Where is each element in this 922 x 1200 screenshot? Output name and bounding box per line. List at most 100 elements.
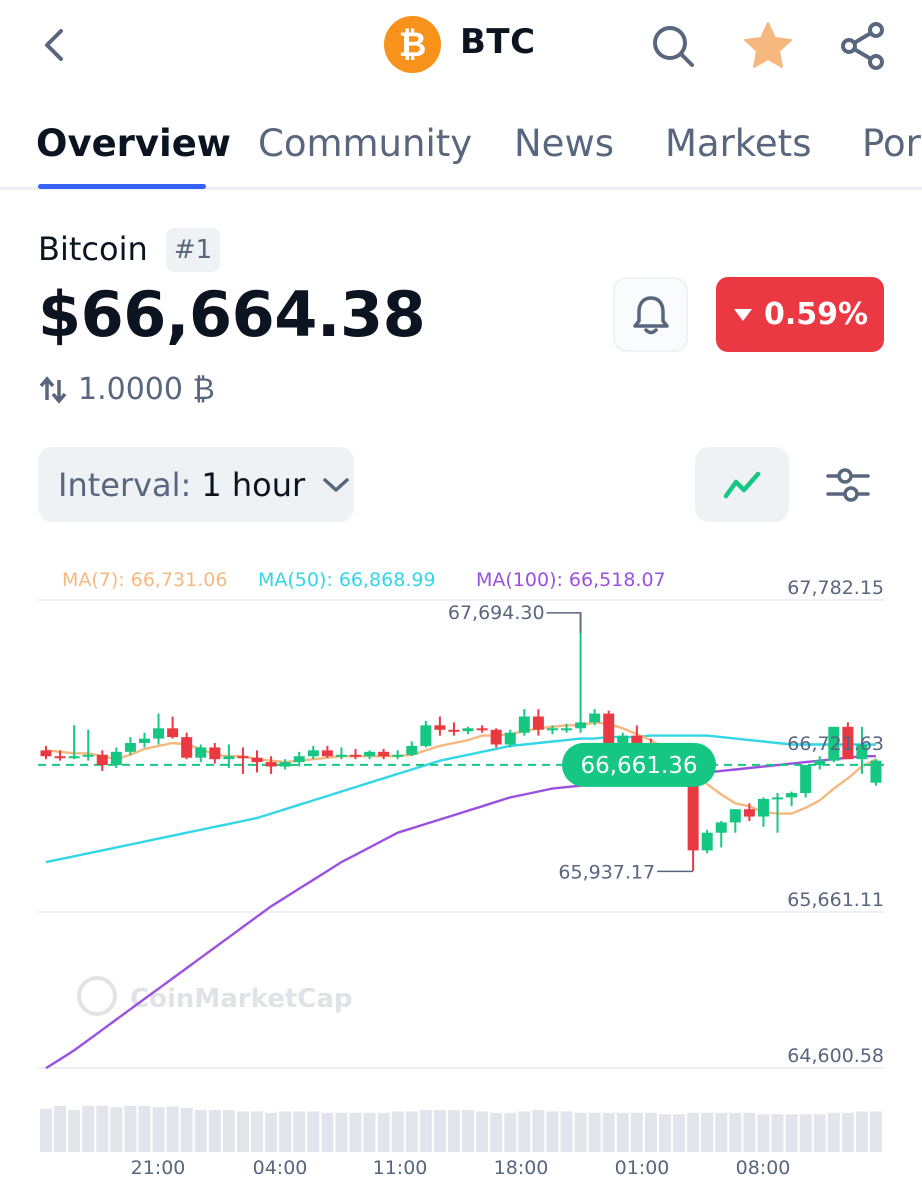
- candle-up: [195, 747, 207, 758]
- conversion-row[interactable]: 1.0000 ₿: [38, 372, 215, 407]
- moving-average-lines: [38, 721, 884, 1070]
- volume-bar: [799, 1114, 812, 1152]
- volume-bar: [124, 1105, 137, 1152]
- candle-up: [589, 713, 601, 723]
- tab-news[interactable]: News: [514, 122, 614, 165]
- coinmarketcap-logo-icon: [77, 976, 117, 1016]
- price-chart[interactable]: MA(7): 66,731.06 MA(50): 66,868.99 MA(10…: [0, 540, 922, 1200]
- candle-down: [167, 728, 179, 738]
- volume-bar: [110, 1107, 123, 1152]
- x-tick-label: 21:00: [131, 1157, 186, 1179]
- candle-up: [420, 725, 432, 746]
- line-chart-toggle[interactable]: [695, 447, 789, 522]
- y-tick-label: 66,721.63: [787, 733, 884, 755]
- candle-up: [279, 762, 291, 767]
- x-tick-label: 08:00: [736, 1157, 791, 1179]
- volume-bar: [841, 1112, 854, 1152]
- volume-bar: [560, 1111, 573, 1152]
- interval-label: Interval:: [58, 465, 192, 504]
- caret-down-icon: [733, 308, 752, 321]
- volume-bar: [222, 1110, 235, 1152]
- candle-down: [532, 716, 544, 730]
- candle-down: [743, 809, 755, 817]
- volume-bar: [377, 1112, 390, 1152]
- volume-bar: [757, 1114, 770, 1152]
- chevron-down-icon: [323, 477, 349, 492]
- candle-up: [153, 728, 165, 739]
- volume-bar: [673, 1114, 686, 1152]
- candle-up: [729, 809, 741, 823]
- volume-bar: [349, 1112, 362, 1152]
- share-button[interactable]: [835, 18, 891, 74]
- candle-down: [96, 754, 108, 766]
- x-tick-label: 04:00: [253, 1157, 308, 1179]
- candle-up: [546, 728, 558, 731]
- volume-bar: [813, 1114, 826, 1152]
- candle-up: [870, 760, 882, 783]
- volume-bar: [391, 1111, 404, 1152]
- volume-bar: [476, 1111, 489, 1152]
- volume-bar: [630, 1112, 643, 1152]
- volume-bar: [504, 1112, 517, 1152]
- candle-up: [406, 745, 418, 755]
- current-price-label: 66,661.36: [580, 753, 697, 779]
- high-marker-line: [546, 612, 582, 633]
- line-chart-icon: [723, 471, 761, 498]
- tab-markets[interactable]: Markets: [665, 122, 811, 165]
- candle-up: [392, 754, 404, 757]
- tab-portfolio[interactable]: Por: [862, 122, 921, 165]
- volume-bar: [602, 1112, 615, 1152]
- ma100-legend: MA(100): 66,518.07: [476, 569, 666, 591]
- volume-bar: [827, 1112, 840, 1152]
- volume-bar: [701, 1112, 714, 1152]
- candle-up: [561, 728, 573, 731]
- volume-bar: [658, 1114, 671, 1152]
- back-button[interactable]: [30, 20, 80, 70]
- coin-name: Bitcoin: [38, 230, 148, 268]
- volume-bar: [152, 1107, 165, 1152]
- volume-bar: [771, 1114, 784, 1152]
- candle-down: [687, 776, 699, 851]
- candle-up: [335, 754, 347, 757]
- candle-up: [68, 756, 80, 759]
- candle-up: [772, 797, 784, 800]
- volume-bar: [138, 1105, 151, 1152]
- volume-bar: [462, 1110, 475, 1152]
- candle-up: [293, 756, 305, 763]
- ma-legend: MA(7): 66,731.06 MA(50): 66,868.99 MA(10…: [62, 569, 666, 591]
- chart-settings-button[interactable]: [810, 447, 885, 522]
- ma50-line: [45, 734, 876, 864]
- candle-down: [181, 737, 193, 758]
- tab-community[interactable]: Community: [258, 122, 472, 165]
- watchlist-star-button[interactable]: [740, 18, 796, 74]
- tab-overview[interactable]: Overview: [36, 122, 231, 165]
- coin-price: $66,664.38: [38, 278, 426, 351]
- volume-bar: [644, 1112, 657, 1152]
- candle-up: [124, 743, 136, 752]
- search-icon: [653, 26, 694, 67]
- y-tick-label: 67,782.15: [787, 577, 884, 599]
- volume-bar: [96, 1105, 109, 1152]
- volume-bar: [40, 1108, 52, 1152]
- volume-bar: [743, 1112, 756, 1152]
- price-alert-button[interactable]: [613, 277, 688, 352]
- tab-bar: Overview Community News Markets Por: [0, 100, 922, 190]
- candle-up: [715, 822, 727, 833]
- interval-dropdown[interactable]: Interval: 1 hour: [38, 447, 354, 522]
- volume-bar: [433, 1110, 446, 1152]
- ma50-legend: MA(50): 66,868.99: [258, 569, 436, 591]
- volume-bar: [307, 1111, 320, 1152]
- ma7-legend: MA(7): 66,731.06: [62, 569, 227, 591]
- search-button[interactable]: [645, 18, 701, 74]
- candle-up: [757, 798, 769, 817]
- rank-badge: #1: [166, 228, 220, 272]
- volume-bar: [715, 1112, 728, 1152]
- volume-bar: [574, 1112, 587, 1152]
- high-price-label: 67,694.30: [448, 602, 545, 624]
- volume-bar: [293, 1111, 306, 1152]
- volume-bar: [855, 1111, 868, 1152]
- volume-bar: [588, 1112, 601, 1152]
- volume-bar: [236, 1111, 249, 1152]
- swap-arrows-icon: [39, 375, 67, 404]
- candle-down: [209, 747, 221, 760]
